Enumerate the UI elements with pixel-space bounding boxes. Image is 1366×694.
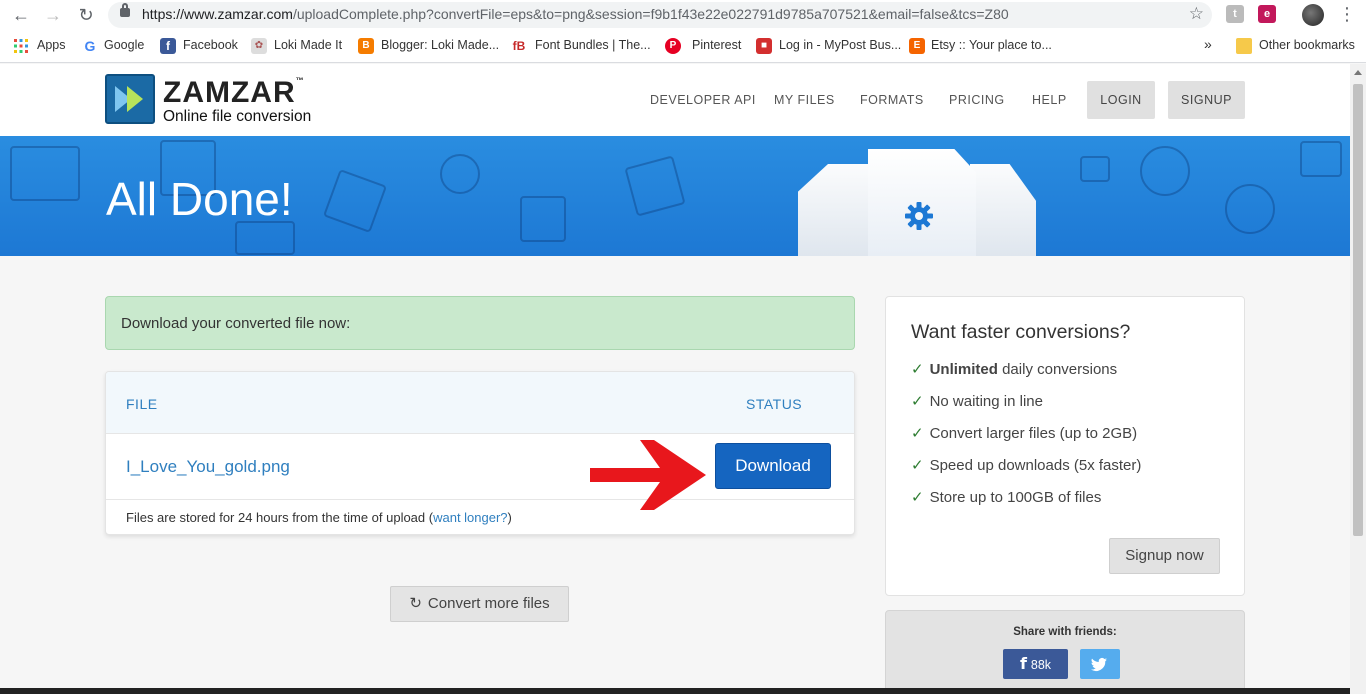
want-longer-link[interactable]: want longer? xyxy=(433,510,507,525)
laptop-bg-icon xyxy=(10,146,80,201)
signup-button[interactable]: SIGNUP xyxy=(1168,81,1245,119)
download-button[interactable]: Download xyxy=(715,443,831,489)
page-title: All Done! xyxy=(106,173,293,225)
bookmark-facebook[interactable]: Facebook xyxy=(183,38,238,52)
twitter-share-button[interactable] xyxy=(1080,649,1120,679)
fontbundles-icon: fB xyxy=(512,39,526,53)
nav-formats[interactable]: FORMATS xyxy=(860,93,924,107)
facebook-icon: f xyxy=(1019,654,1027,673)
feature-item: ✓ No waiting in line xyxy=(911,393,1043,410)
success-alert: Download your converted file now: xyxy=(105,296,855,350)
check-icon: ✓ xyxy=(911,425,924,442)
nav-my-files[interactable]: MY FILES xyxy=(774,93,835,107)
document-right-icon xyxy=(970,164,1036,256)
refresh-icon: ↻ xyxy=(409,595,422,612)
nav-pricing[interactable]: PRICING xyxy=(949,93,1005,107)
blogger-icon: B xyxy=(358,38,374,54)
grid-bg-icon xyxy=(520,196,566,242)
browser-toolbar: ← → ↻ https://www.zamzar.com/uploadCompl… xyxy=(0,0,1366,30)
feature-item: ✓ Speed up downloads (5x faster) xyxy=(911,457,1142,474)
twitter-icon xyxy=(1091,657,1107,671)
bookmarks-bar: Apps G Google f Facebook ✿ Loki Made It … xyxy=(0,30,1366,63)
bookmark-etsy[interactable]: Etsy :: Your place to... xyxy=(931,38,1052,52)
taskbar-strip xyxy=(0,688,1350,694)
converted-file-link[interactable]: I_Love_You_gold.png xyxy=(126,457,290,477)
folder-bg-icon xyxy=(1080,156,1110,182)
check-icon: ✓ xyxy=(911,393,924,410)
bookmark-pinterest[interactable]: Pinterest xyxy=(692,38,741,52)
play-circle-bg-icon xyxy=(1225,184,1275,234)
feature-item: ✓ Unlimited daily conversions xyxy=(911,361,1118,378)
logo-subtitle: Online file conversion xyxy=(163,108,312,125)
other-bookmarks[interactable]: Other bookmarks xyxy=(1259,38,1355,52)
scrollbar-thumb[interactable] xyxy=(1353,84,1363,536)
file-table-header: FILE STATUS xyxy=(106,372,854,434)
folder-icon xyxy=(1236,38,1252,54)
loki-icon: ✿ xyxy=(251,38,267,54)
share-label: Share with friends: xyxy=(1013,626,1117,638)
convert-more-files-button[interactable]: ↻ Convert more files xyxy=(390,586,569,622)
disc-bg-icon xyxy=(440,154,480,194)
bookmark-blogger[interactable]: Blogger: Loki Made... xyxy=(381,38,499,52)
check-icon: ✓ xyxy=(911,489,924,506)
mypost-icon: ■ xyxy=(756,38,772,54)
image-bg-icon xyxy=(235,221,295,255)
lock-icon xyxy=(120,3,130,17)
storage-notice: Files are stored for 24 hours from the t… xyxy=(106,499,854,534)
red-arrow-icon xyxy=(590,438,708,517)
check-icon: ✓ xyxy=(911,361,924,378)
video-bg-icon xyxy=(624,155,686,217)
gear-icon xyxy=(903,200,935,232)
feature-item: ✓ Store up to 100GB of files xyxy=(911,489,1102,506)
bookmark-star-icon[interactable]: ☆ xyxy=(1189,4,1204,24)
page-scrollbar[interactable] xyxy=(1350,64,1366,694)
url-text: https://www.zamzar.com/uploadComplete.ph… xyxy=(142,6,1009,22)
bookmark-google[interactable]: Google xyxy=(104,38,144,52)
etsy-icon: E xyxy=(909,38,925,54)
bookmark-fontbundles[interactable]: Font Bundles | The... xyxy=(535,38,651,52)
forward-arrow-icon[interactable]: → xyxy=(42,4,64,26)
feature-item: ✓ Convert larger files (up to 2GB) xyxy=(911,425,1138,442)
bookmark-mypost[interactable]: Log in - MyPost Bus... xyxy=(779,38,901,52)
column-header-status: STATUS xyxy=(746,396,803,412)
extension-icon[interactable]: e xyxy=(1258,5,1276,23)
panel-title: Want faster conversions? xyxy=(911,321,1131,343)
site-header: ZAMZAR™ Online file conversion DEVELOPER… xyxy=(0,64,1350,136)
bookmark-apps[interactable]: Apps xyxy=(37,38,66,52)
clock-bg-icon xyxy=(1140,146,1190,196)
browser-menu-icon[interactable]: ⋮ xyxy=(1338,4,1356,25)
pinterest-icon: P xyxy=(665,38,681,54)
zamzar-logo-icon[interactable] xyxy=(105,74,155,124)
facebook-share-button[interactable]: f 88k xyxy=(1003,649,1068,679)
login-button[interactable]: LOGIN xyxy=(1087,81,1155,119)
logo-title[interactable]: ZAMZAR™ xyxy=(163,76,305,110)
address-bar[interactable]: https://www.zamzar.com/uploadComplete.ph… xyxy=(108,2,1212,28)
scroll-up-arrow-icon[interactable] xyxy=(1354,70,1362,75)
profile-avatar-icon[interactable] xyxy=(1302,4,1324,26)
upgrade-panel: Want faster conversions? ✓ Unlimited dail… xyxy=(885,296,1245,596)
signup-now-button[interactable]: Signup now xyxy=(1109,538,1220,574)
nav-developer-api[interactable]: DEVELOPER API xyxy=(650,93,756,107)
extension-icon[interactable]: t xyxy=(1226,5,1244,23)
play-bg-icon xyxy=(322,168,388,234)
nav-help[interactable]: HELP xyxy=(1032,93,1067,107)
bookmark-loki[interactable]: Loki Made It xyxy=(274,38,342,52)
check-icon: ✓ xyxy=(911,457,924,474)
apps-grid-icon xyxy=(13,38,29,54)
share-box: Share with friends: f 88k xyxy=(885,610,1245,694)
column-header-file: FILE xyxy=(126,396,158,412)
back-arrow-icon[interactable]: ← xyxy=(10,4,32,26)
hero-banner: All Done! xyxy=(0,136,1350,256)
film-bg-icon xyxy=(1300,141,1342,177)
google-icon: G xyxy=(84,38,96,54)
reload-icon[interactable]: ↻ xyxy=(75,4,97,26)
facebook-icon: f xyxy=(160,38,176,54)
bookmarks-overflow-icon[interactable]: » xyxy=(1204,36,1212,52)
